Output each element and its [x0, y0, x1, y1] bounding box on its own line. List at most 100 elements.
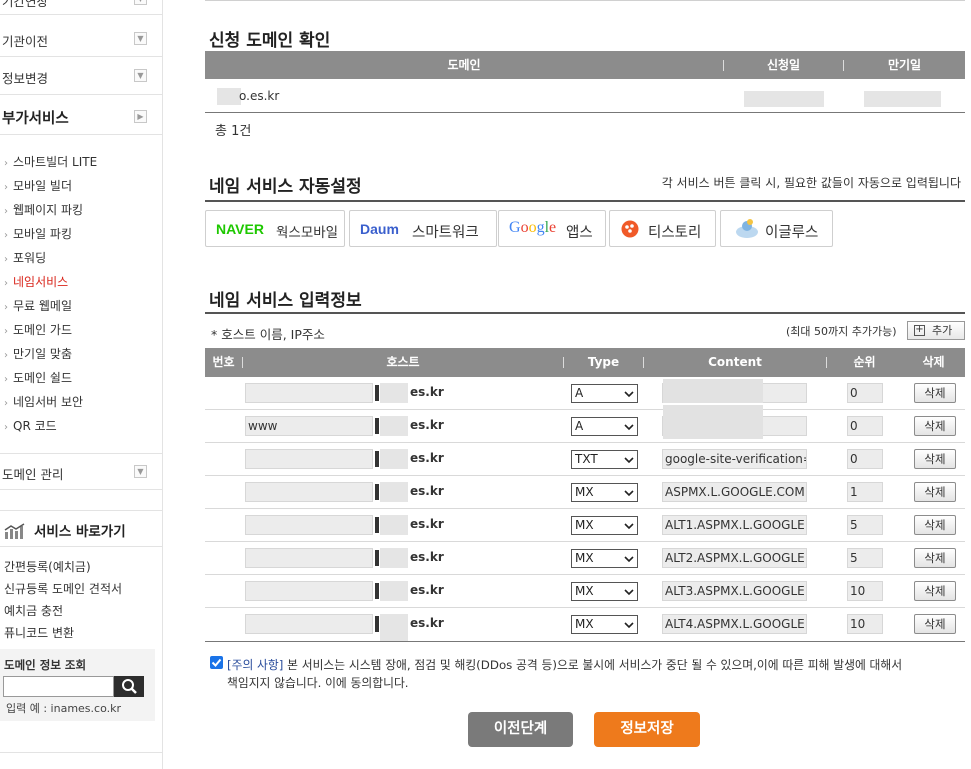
- chevron-down-icon: [623, 454, 635, 471]
- delete-row-button[interactable]: 삭제: [914, 548, 956, 568]
- host-input[interactable]: [245, 449, 373, 469]
- delete-row-button[interactable]: 삭제: [914, 449, 956, 469]
- quick-link-deposit[interactable]: 예치금 충전: [4, 602, 63, 619]
- rank-input[interactable]: 10: [847, 614, 883, 634]
- chevron-down-icon: ▼: [134, 32, 147, 45]
- redacted-block: [380, 482, 408, 502]
- row-divider: [205, 574, 965, 575]
- content-input[interactable]: google-site-verification=k: [662, 449, 807, 469]
- type-select[interactable]: MX: [571, 582, 638, 601]
- sidebar-subitem[interactable]: › 만기일 맞춤: [0, 342, 163, 366]
- rank-input[interactable]: 5: [847, 515, 883, 535]
- type-select[interactable]: MX: [571, 615, 638, 634]
- sidebar-subitem[interactable]: › 무료 웹메일: [0, 294, 163, 318]
- host-input[interactable]: [245, 515, 373, 535]
- domain-lookup-input[interactable]: [3, 676, 114, 697]
- sidebar-subitem[interactable]: › QR 코드: [0, 414, 163, 438]
- type-select[interactable]: TXT: [571, 450, 638, 469]
- naver-works-button[interactable]: NAVER 웍스모바일: [205, 210, 345, 247]
- sidebar-subitem-label: 네임서버 보안: [13, 395, 84, 409]
- quick-link-punycode[interactable]: 퓨니코드 변환: [4, 624, 74, 641]
- redacted-dot: [375, 583, 379, 599]
- rank-input[interactable]: 10: [847, 581, 883, 601]
- rank-input[interactable]: 0: [847, 449, 883, 469]
- sidebar-subitem[interactable]: › 웹페이지 파킹: [0, 198, 163, 222]
- delete-row-button[interactable]: 삭제: [914, 515, 956, 535]
- rank-input[interactable]: 1: [847, 482, 883, 502]
- sidebar-subitem[interactable]: › 네임서비스: [0, 270, 163, 294]
- col-domain: 도메인: [447, 58, 481, 72]
- host-input[interactable]: [245, 482, 373, 502]
- host-input[interactable]: www: [245, 416, 373, 436]
- sidebar-subitem[interactable]: › 스마트빌더 LITE: [0, 150, 163, 174]
- chevron-down-icon: [623, 487, 635, 504]
- type-select[interactable]: MX: [571, 483, 638, 502]
- bullet-icon: ›: [4, 398, 8, 409]
- chevron-down-icon: [623, 520, 635, 537]
- type-select-value: MX: [575, 584, 594, 598]
- tistory-button[interactable]: 티스토리: [609, 210, 716, 247]
- host-input[interactable]: [245, 548, 373, 568]
- delete-row-button[interactable]: 삭제: [914, 383, 956, 403]
- confirm-domain-value: o.es.kr: [239, 89, 280, 103]
- type-select[interactable]: MX: [571, 516, 638, 535]
- naver-works-label: 웍스모바일: [276, 225, 339, 241]
- type-select[interactable]: A: [571, 417, 638, 436]
- save-button[interactable]: 정보저장: [594, 712, 700, 747]
- add-row-button[interactable]: + 추가: [907, 321, 965, 340]
- agree-checkbox[interactable]: [210, 656, 223, 669]
- content-input[interactable]: ALT1.ASPMX.L.GOOGLE.CO: [662, 515, 807, 535]
- host-input[interactable]: [245, 614, 373, 634]
- sidebar-item-label: 기관이전: [2, 34, 49, 49]
- redacted-dot: [375, 616, 379, 632]
- sidebar-subitem-label: 모바일 빌더: [13, 179, 73, 193]
- sidebar-item-addon-services[interactable]: 부가서비스 ▶: [0, 95, 163, 135]
- delete-row-button[interactable]: 삭제: [914, 614, 956, 634]
- row-divider: [205, 409, 965, 410]
- host-input[interactable]: [245, 383, 373, 403]
- col-expires: 만기일: [887, 58, 922, 72]
- sidebar-item-info-change[interactable]: 정보변경 ▼: [0, 57, 163, 95]
- type-select[interactable]: A: [571, 384, 638, 403]
- col-content: Content: [708, 355, 762, 369]
- sidebar-subitem[interactable]: › 도메인 가드: [0, 318, 163, 342]
- sidebar-item-transfer[interactable]: 기관이전 ▼: [0, 15, 163, 57]
- rank-input[interactable]: 0: [847, 416, 883, 436]
- naver-logo: NAVER: [216, 221, 264, 237]
- rank-input[interactable]: 0: [847, 383, 883, 403]
- chevron-down-icon: ▼: [134, 465, 147, 478]
- google-apps-button[interactable]: Google 앱스: [498, 210, 606, 247]
- sidebar-item-domain-manage[interactable]: 도메인 관리 ▼: [0, 453, 163, 490]
- quick-link-estimate[interactable]: 신규등록 도메인 견적서: [4, 580, 122, 597]
- sidebar-subitem-label: 포워딩: [13, 251, 47, 265]
- sidebar-item-renewal[interactable]: 기간연장 ▼: [0, 0, 163, 15]
- sidebar-subitem[interactable]: › 모바일 빌더: [0, 174, 163, 198]
- rank-input[interactable]: 5: [847, 548, 883, 568]
- prev-step-button[interactable]: 이전단계: [468, 712, 573, 747]
- quick-link-easy-register[interactable]: 간편등록(예치금): [4, 558, 91, 575]
- content-input[interactable]: ALT3.ASPMX.L.GOOGLE.CO: [662, 581, 807, 601]
- content-input[interactable]: ALT2.ASPMX.L.GOOGLE.CO: [662, 548, 807, 568]
- content-input[interactable]: ASPMX.L.GOOGLE.COM.: [662, 482, 807, 502]
- redacted-applied-date: [744, 91, 824, 107]
- type-select-value: MX: [575, 485, 594, 499]
- host-domain: es.kr: [410, 517, 444, 531]
- sidebar-subitem[interactable]: › 모바일 파킹: [0, 222, 163, 246]
- tistory-icon: [621, 220, 639, 242]
- bullet-icon: ›: [4, 206, 8, 217]
- sidebar-subitem[interactable]: › 도메인 쉴드: [0, 366, 163, 390]
- host-input[interactable]: [245, 581, 373, 601]
- lookup-search-button[interactable]: [114, 676, 144, 697]
- sidebar-subitem[interactable]: › 포워딩: [0, 246, 163, 270]
- delete-row-button[interactable]: 삭제: [914, 416, 956, 436]
- bullet-icon: ›: [4, 302, 8, 313]
- sidebar-subitem[interactable]: › 네임서버 보안: [0, 390, 163, 414]
- type-select[interactable]: MX: [571, 549, 638, 568]
- delete-row-button[interactable]: 삭제: [914, 482, 956, 502]
- daum-smartwork-button[interactable]: Daum 스마트워크: [349, 210, 497, 247]
- egloos-button[interactable]: 이글루스: [720, 210, 833, 247]
- content-input[interactable]: ALT4.ASPMX.L.GOOGLE.CO: [662, 614, 807, 634]
- delete-row-button[interactable]: 삭제: [914, 581, 956, 601]
- redacted-block: [380, 449, 408, 469]
- main-content: 신청 도메인 확인 도메인 신청일 만기일 o.es.kr 총 1건 네임 서비…: [205, 0, 965, 769]
